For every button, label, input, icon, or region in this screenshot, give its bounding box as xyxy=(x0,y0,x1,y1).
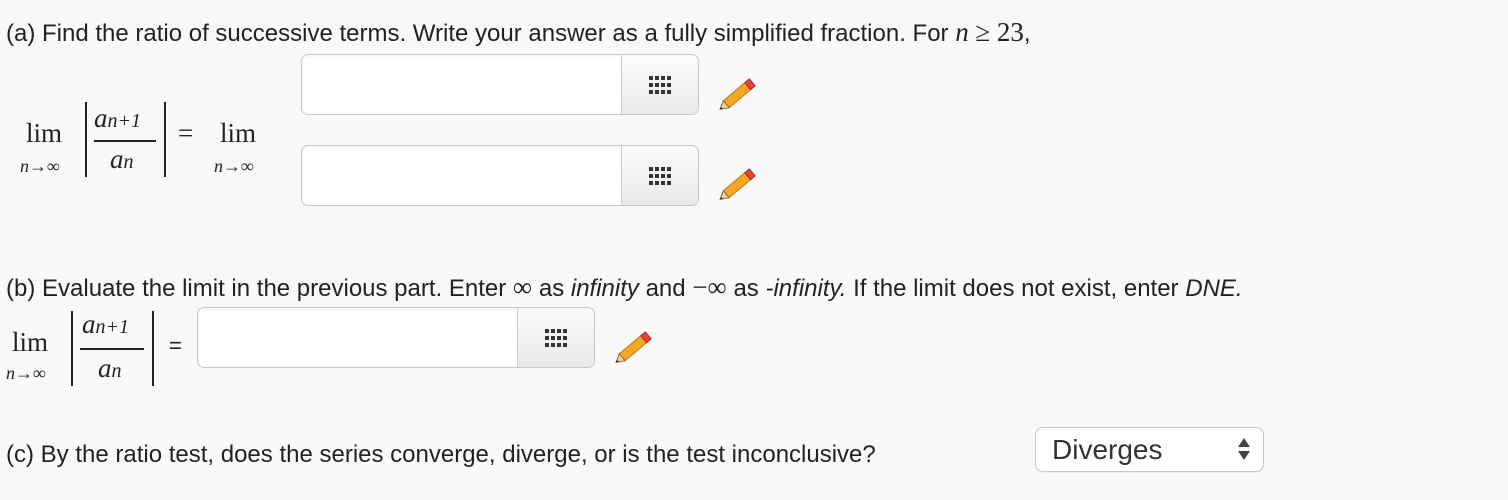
condition-op: ≥ xyxy=(975,17,991,47)
fraction-bar-2 xyxy=(80,348,144,350)
part-b-text-5: If the limit does not exist, enter xyxy=(853,275,1179,302)
numerator-a-1: a xyxy=(94,103,108,133)
denominator-2: an xyxy=(98,353,122,384)
limit-answer-input[interactable] xyxy=(197,307,595,368)
limit-pencil-icon[interactable] xyxy=(610,325,658,371)
abs-bar-left-1 xyxy=(85,102,87,177)
numerator-keypad-button[interactable] xyxy=(621,55,698,114)
ratio-test-selected-value: Diverges xyxy=(1052,434,1163,465)
part-b-text-2: as xyxy=(538,275,565,302)
numerator-sub-2: n+1 xyxy=(95,316,130,338)
ratio-test-select[interactable]: Diverges xyxy=(1035,427,1264,472)
keypad-icon xyxy=(649,75,671,94)
denominator-answer-input[interactable] xyxy=(301,145,699,206)
equals-sign-1: = xyxy=(178,118,194,148)
denominator-sub-1: n xyxy=(123,151,134,173)
keypad-icon xyxy=(649,166,671,185)
condition-end: , xyxy=(1023,20,1031,47)
abs-bar-right-1 xyxy=(164,102,166,177)
denominator-a-2: a xyxy=(98,353,112,383)
denominator-sub-2: n xyxy=(111,360,122,382)
numerator-sub-1: n+1 xyxy=(107,110,142,132)
lim-subscript-3: n→∞ xyxy=(6,363,46,383)
part-b-prompt: (b) Evaluate the limit in the previous p… xyxy=(6,273,1243,303)
pencil-icon xyxy=(719,78,756,111)
numerator-pencil-icon[interactable] xyxy=(714,72,762,118)
neg-infinity-symbol: −∞ xyxy=(692,272,727,302)
neg-infinity-word: -infinity. xyxy=(765,275,847,302)
abs-bar-left-2 xyxy=(71,311,73,386)
numerator-1: an+1 xyxy=(94,103,141,134)
lim-label-1: lim xyxy=(26,118,63,148)
denominator-keypad-button[interactable] xyxy=(621,146,698,205)
infinity-symbol: ∞ xyxy=(512,272,533,302)
part-a-equation: lim n→∞ an+1 an = lim n→∞ xyxy=(0,100,300,190)
numerator-a-2: a xyxy=(82,309,96,339)
denominator-a-1: a xyxy=(110,144,124,174)
lim-label-3: lim xyxy=(12,327,49,357)
part-b-text-4: as xyxy=(733,275,759,302)
abs-bar-right-2 xyxy=(152,311,154,386)
keypad-icon xyxy=(545,328,567,347)
pencil-icon xyxy=(719,168,756,201)
condition-var: n xyxy=(955,17,969,47)
fraction-bar-1 xyxy=(94,140,156,142)
part-b-text-1: (b) Evaluate the limit in the previous p… xyxy=(6,275,507,302)
numerator-answer-input[interactable] xyxy=(301,54,699,115)
part-a-prompt: (a) Find the ratio of successive terms. … xyxy=(6,18,1031,48)
lim-subscript-1: n→∞ xyxy=(20,156,60,176)
denominator-1: an xyxy=(110,144,134,175)
denominator-input-field[interactable] xyxy=(302,146,620,205)
lim-label-2: lim xyxy=(220,118,257,148)
part-c-prompt: (c) By the ratio test, does the series c… xyxy=(6,441,876,468)
limit-keypad-button[interactable] xyxy=(517,308,594,367)
numerator-input-field[interactable] xyxy=(302,55,620,114)
part-b-text-3: and xyxy=(645,275,686,302)
denominator-pencil-icon[interactable] xyxy=(714,162,762,208)
infinity-word: infinity xyxy=(570,275,639,302)
numerator-2: an+1 xyxy=(82,309,129,340)
condition-num: 23 xyxy=(996,17,1024,47)
part-b-equation: lim n→∞ an+1 an = xyxy=(0,305,200,386)
pencil-icon xyxy=(615,331,652,364)
limit-input-field[interactable] xyxy=(198,308,516,367)
equals-sign-2: = xyxy=(169,333,182,358)
dne-word: DNE. xyxy=(1185,275,1243,302)
select-arrows-icon xyxy=(1238,438,1250,460)
lim-subscript-2: n→∞ xyxy=(214,156,254,176)
part-a-text: (a) Find the ratio of successive terms. … xyxy=(6,20,949,47)
